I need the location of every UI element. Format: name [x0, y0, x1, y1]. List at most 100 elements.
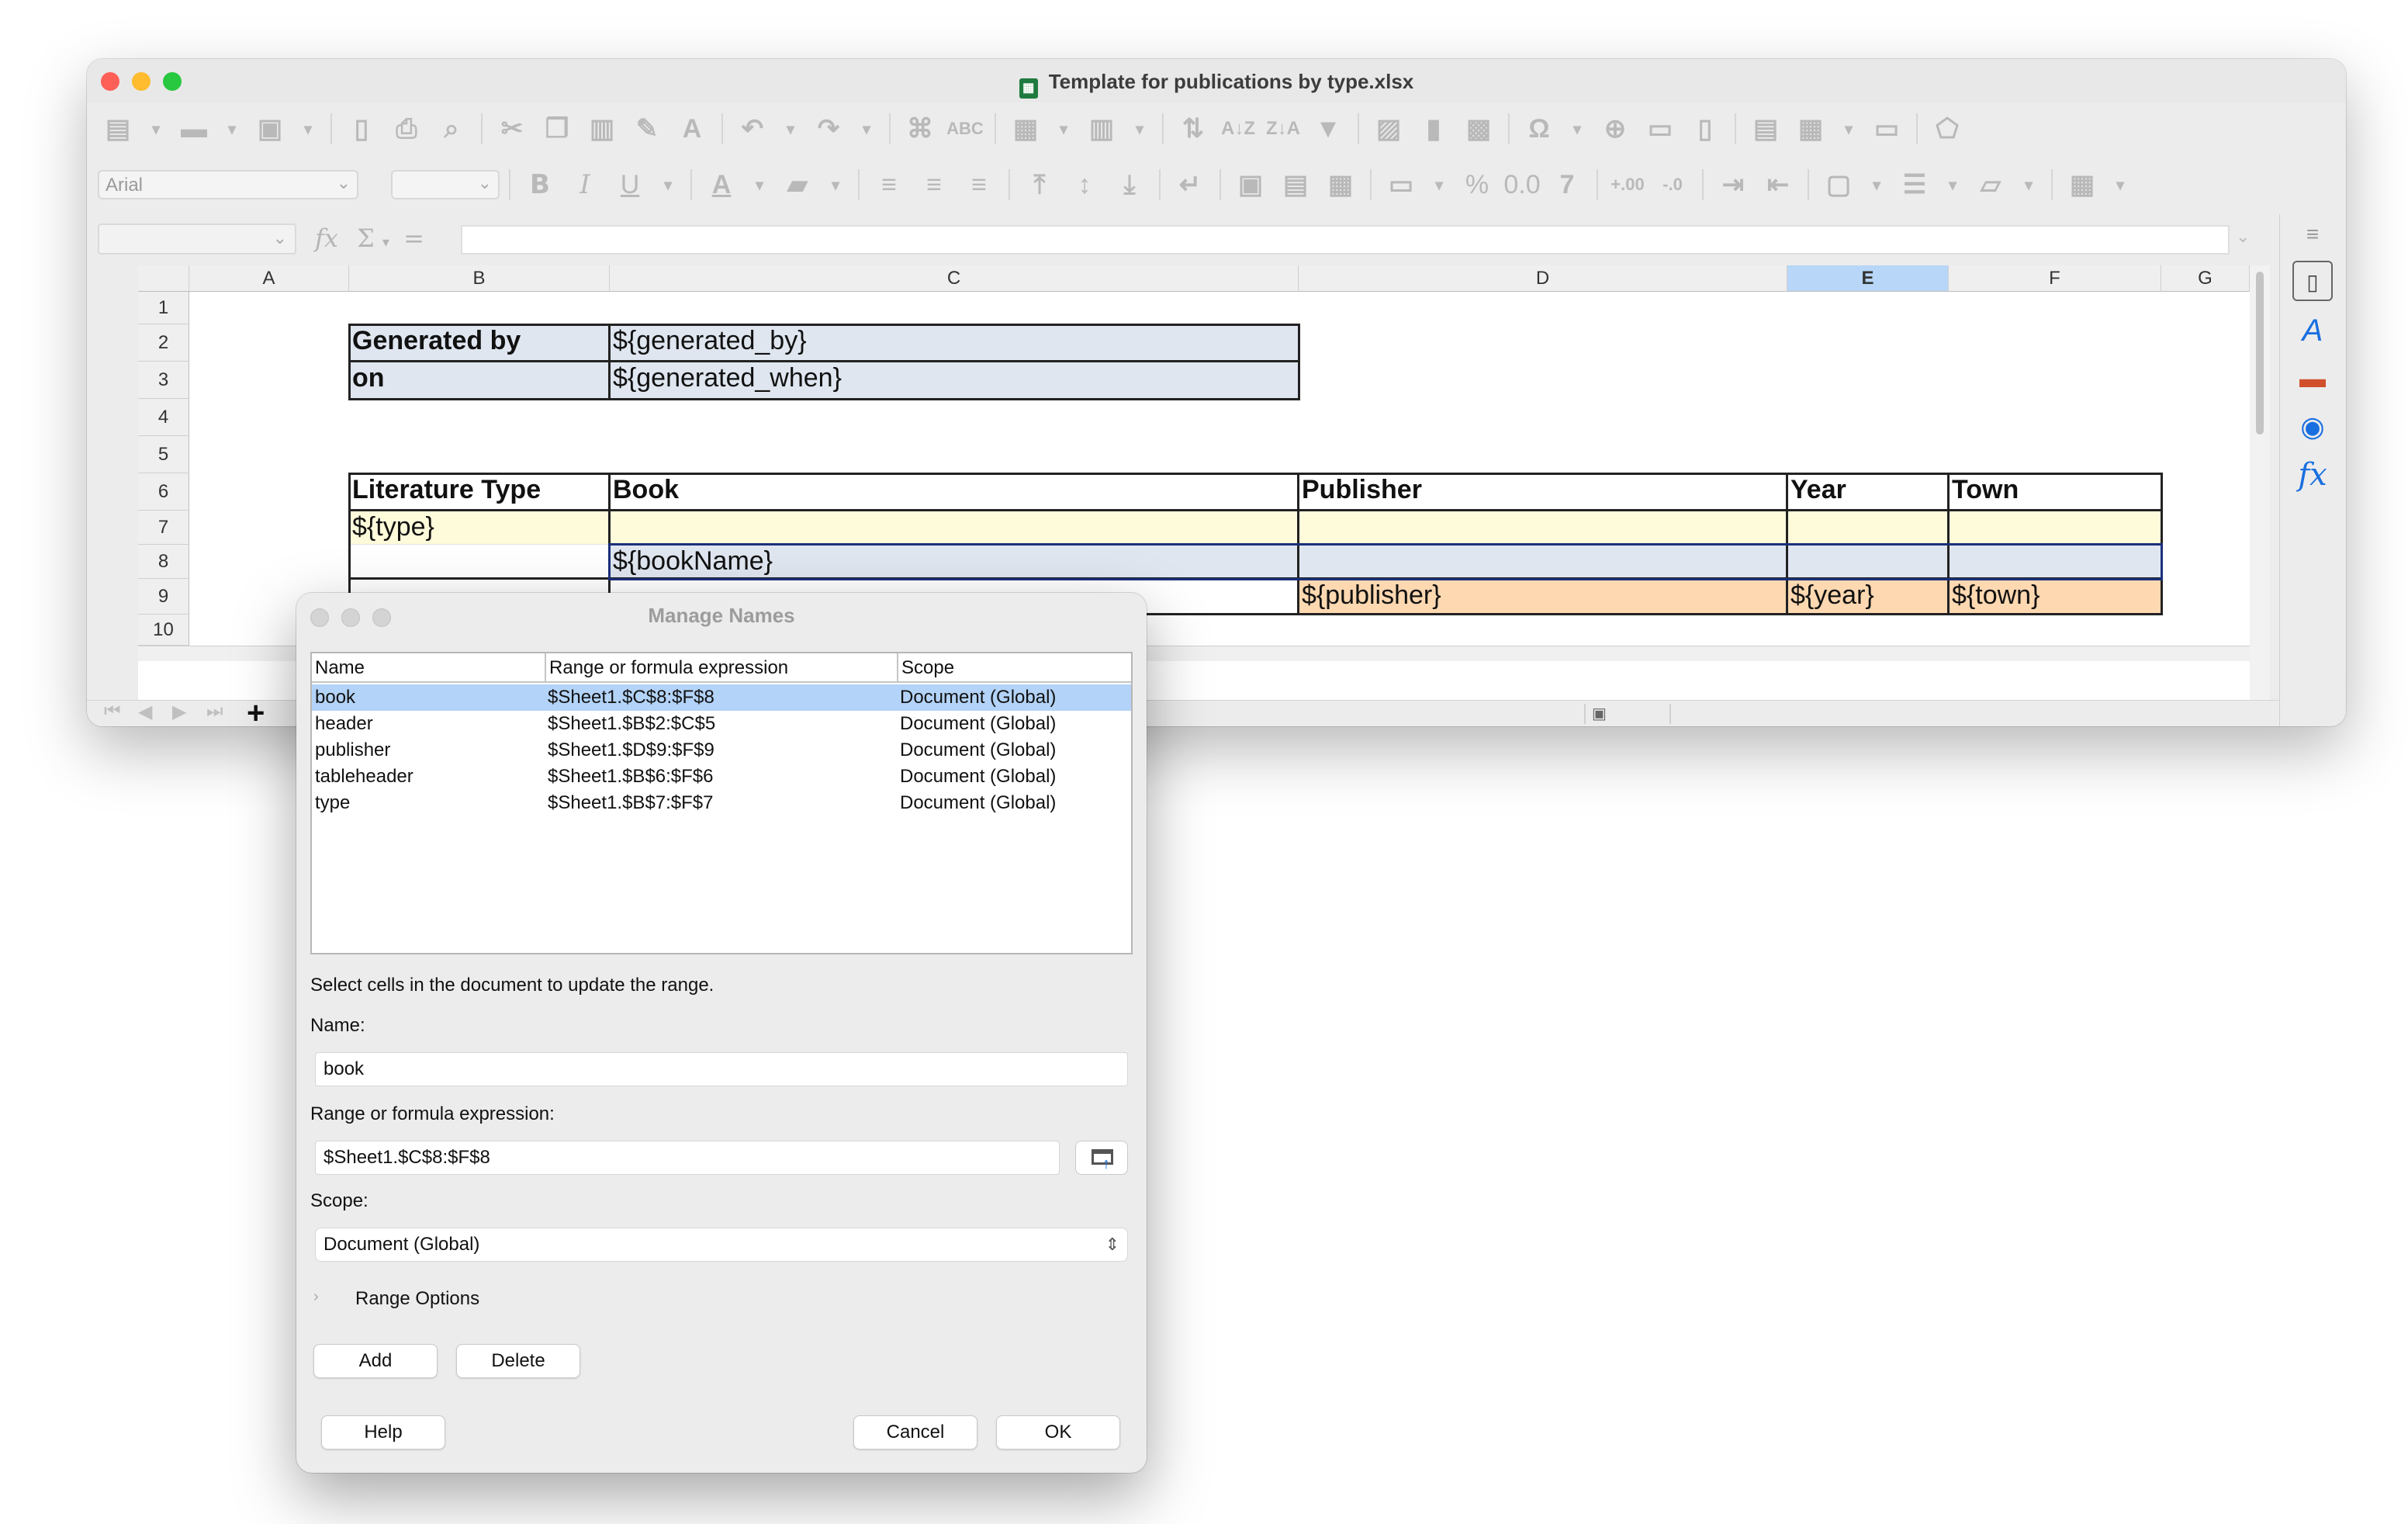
cell-c8[interactable]: ${bookName} [610, 545, 1299, 579]
redo-icon[interactable]: ↷ [808, 109, 849, 149]
clone-formatting-icon[interactable]: ✎ [627, 109, 667, 149]
cell-b8[interactable] [349, 545, 610, 579]
merge-cells-icon[interactable]: ▤ [1275, 165, 1316, 205]
date-format-icon[interactable]: 7 [1547, 165, 1587, 205]
chevron-down-icon[interactable]: ▾ [853, 109, 880, 149]
cell-e7[interactable] [1787, 511, 1949, 545]
cell-f6[interactable]: Town [1949, 473, 2161, 511]
cell-b3[interactable]: on [349, 362, 610, 399]
print-icon[interactable]: ⎙ [386, 109, 427, 149]
font-color-icon[interactable]: A [701, 165, 742, 205]
comment-icon[interactable]: ▭ [1640, 109, 1680, 149]
navigator-icon[interactable]: ◉ [2292, 407, 2333, 447]
select-all-corner[interactable] [138, 265, 189, 292]
align-middle-icon[interactable]: ↕ [1064, 165, 1105, 205]
cell-e9[interactable]: ${year} [1787, 579, 1949, 615]
sum-icon[interactable]: Σ [357, 223, 375, 253]
insert-chart-icon[interactable]: ▮ [1413, 109, 1454, 149]
column-header-d[interactable]: D [1299, 265, 1787, 292]
name-field[interactable]: book [315, 1052, 1128, 1086]
wrap-text-icon[interactable]: ↵ [1170, 165, 1210, 205]
chevron-down-icon[interactable]: ▾ [822, 165, 849, 205]
find-replace-icon[interactable]: ⌘ [900, 109, 940, 149]
range-field[interactable]: $Sheet1.$C$8:$F$8 [315, 1141, 1060, 1175]
save-icon[interactable]: ▣ [250, 109, 290, 149]
borders-icon[interactable]: ▢ [1818, 165, 1859, 205]
chevron-down-icon[interactable]: ▾ [1050, 109, 1077, 149]
sort-descending-icon[interactable]: Z↓A [1263, 109, 1303, 149]
align-top-icon[interactable]: ⤒ [1019, 165, 1060, 205]
font-size-box[interactable]: ⌄ [391, 170, 500, 199]
column-icon[interactable]: ▥ [1081, 109, 1122, 149]
shrink-dialog-button[interactable]: ↑ [1075, 1141, 1128, 1175]
cell-d6[interactable]: Publisher [1299, 473, 1787, 511]
cell-f7[interactable] [1949, 511, 2161, 545]
cell-d8[interactable] [1299, 545, 1787, 579]
add-button[interactable]: Add [313, 1344, 438, 1378]
cell-c6[interactable]: Book [610, 473, 1299, 511]
delete-button[interactable]: Delete [456, 1344, 580, 1378]
column-header-name[interactable]: Name [312, 653, 546, 683]
sort-ascending-icon[interactable]: A↓Z [1218, 109, 1258, 149]
name-box[interactable]: ⌄ [98, 223, 296, 255]
pivot-table-icon[interactable]: ▩ [1458, 109, 1499, 149]
border-color-icon[interactable]: ▱ [1970, 165, 2011, 205]
row-header-7[interactable]: 7 [138, 511, 189, 545]
print-preview-icon[interactable]: ⌕ [431, 109, 472, 149]
border-style-icon[interactable]: ☰ [1894, 165, 1935, 205]
chevron-down-icon[interactable]: ▾ [143, 109, 169, 149]
cell-c7[interactable] [610, 511, 1299, 545]
table-row[interactable]: book $Sheet1.$C$8:$F$8 Document (Global) [312, 684, 1131, 711]
chevron-down-icon[interactable]: ▾ [1835, 109, 1862, 149]
italic-icon[interactable]: I [565, 165, 605, 205]
next-sheet-icon[interactable]: ▶ [172, 701, 186, 723]
column-header-f[interactable]: F [1949, 265, 2161, 292]
properties-icon[interactable]: ▯ [2292, 261, 2333, 301]
chevron-down-icon[interactable]: ▾ [1939, 165, 1966, 205]
sidebar-menu-icon[interactable]: ≡ [2292, 214, 2333, 255]
chevron-down-icon[interactable]: ▾ [219, 109, 245, 149]
range-options-expander[interactable]: Range Options [355, 1288, 479, 1310]
cell-c3[interactable]: ${generated_when} [610, 362, 1299, 399]
row-header-4[interactable]: 4 [138, 399, 189, 436]
sort-icon[interactable]: ⇅ [1173, 109, 1213, 149]
unmerge-cells-icon[interactable]: ▦ [1320, 165, 1361, 205]
scope-select[interactable]: Document (Global) ⇕ [315, 1228, 1128, 1262]
undo-icon[interactable]: ↶ [732, 109, 773, 149]
merge-center-icon[interactable]: ▣ [1230, 165, 1271, 205]
chevron-down-icon[interactable]: ▾ [1426, 165, 1452, 205]
column-header-g[interactable]: G [2161, 265, 2250, 292]
decrease-indent-icon[interactable]: ⇤ [1758, 165, 1798, 205]
special-character-icon[interactable]: Ω [1519, 109, 1559, 149]
percent-format-icon[interactable]: % [1457, 165, 1497, 205]
new-document-icon[interactable]: ▤ [98, 109, 138, 149]
header-footer-icon[interactable]: ▯ [1685, 109, 1725, 149]
table-row[interactable]: tableheader $Sheet1.$B$6:$F$6 Document (… [312, 764, 1131, 790]
conditional-format-icon[interactable]: ▦ [2062, 165, 2102, 205]
bold-icon[interactable]: B [520, 165, 560, 205]
cell-d9[interactable]: ${publisher} [1299, 579, 1787, 615]
spelling-icon[interactable]: ABC [945, 109, 985, 149]
export-pdf-icon[interactable]: ▯ [341, 109, 382, 149]
insert-image-icon[interactable]: ▨ [1368, 109, 1409, 149]
table-row[interactable]: header $Sheet1.$B$2:$C$5 Document (Globa… [312, 711, 1131, 737]
currency-format-icon[interactable]: ▭ [1381, 165, 1421, 205]
expand-formula-bar-icon[interactable]: ⌄ [2236, 227, 2250, 247]
align-right-icon[interactable]: ≡ [959, 165, 999, 205]
cell-f8[interactable] [1949, 545, 2161, 579]
formula-icon[interactable]: = [403, 223, 424, 253]
hyperlink-icon[interactable]: ⊕ [1595, 109, 1635, 149]
cell-d7[interactable] [1299, 511, 1787, 545]
align-left-icon[interactable]: ≡ [869, 165, 909, 205]
number-format-icon[interactable]: 0.0 [1502, 165, 1542, 205]
function-wizard-icon[interactable]: fx [315, 223, 338, 253]
previous-sheet-icon[interactable]: ◀ [138, 701, 152, 723]
copy-icon[interactable]: ❐ [537, 109, 577, 149]
chevron-down-icon[interactable]: ▾ [2015, 165, 2042, 205]
chevron-down-icon[interactable]: ▾ [382, 234, 389, 251]
row-header-5[interactable]: 5 [138, 436, 189, 473]
paste-icon[interactable]: ▥ [582, 109, 622, 149]
chevron-right-icon[interactable]: › [313, 1288, 319, 1306]
row-header-9[interactable]: 9 [138, 579, 189, 615]
functions-icon[interactable]: fx [2292, 455, 2333, 495]
